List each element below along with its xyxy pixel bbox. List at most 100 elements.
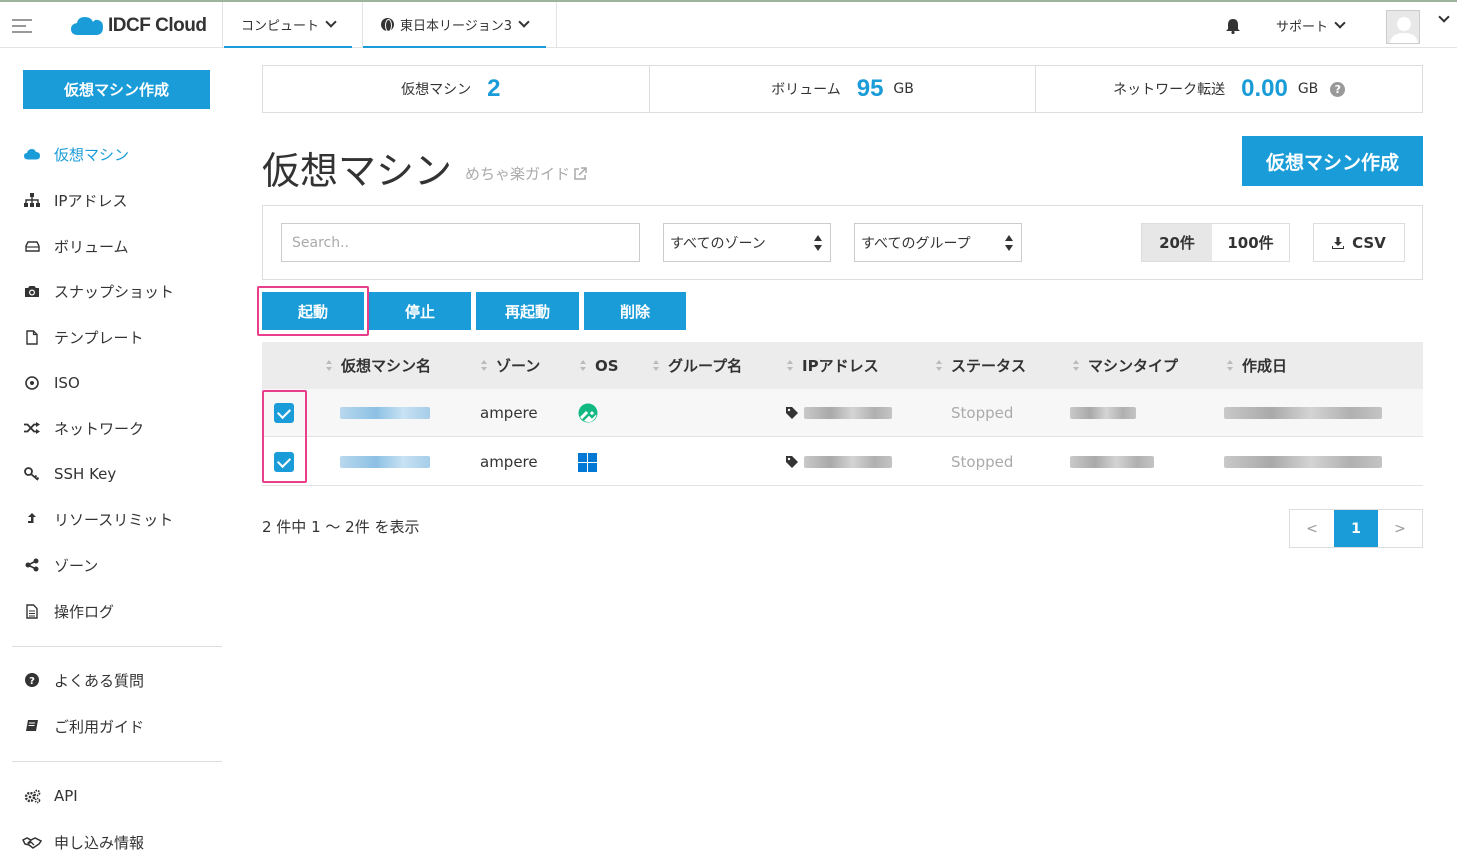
sidebar-item-guide[interactable]: ご利用ガイド [22, 714, 144, 738]
disc-icon [22, 376, 42, 390]
sidebar-item-template[interactable]: テンプレート [22, 325, 144, 349]
status-cell: Stopped [951, 453, 1014, 471]
sidebar-item-network[interactable]: ネットワーク [22, 416, 144, 440]
sidebar-item-vm[interactable]: 仮想マシン [22, 142, 129, 166]
sidebar-item-label: IPアドレス [54, 191, 128, 210]
handshake-icon [22, 836, 42, 849]
sidebar-item-label: ご利用ガイド [54, 717, 145, 736]
col-os[interactable]: OS [580, 342, 619, 389]
zone-cell: ampere [480, 404, 538, 422]
redacted-ip [804, 456, 892, 468]
sidebar-item-sshkey[interactable]: SSH Key [22, 462, 116, 486]
col-created[interactable]: 作成日 [1227, 342, 1287, 389]
search-input[interactable] [281, 223, 640, 262]
table-row[interactable]: ampere Stopped [262, 389, 1423, 437]
sort-icon [653, 360, 660, 371]
delete-button[interactable]: 削除 [584, 292, 686, 330]
guide-link[interactable]: めちゃ楽ガイド [465, 163, 587, 184]
sort-icon [580, 360, 587, 371]
csv-download-button[interactable]: CSV [1313, 223, 1405, 262]
col-group[interactable]: グループ名 [653, 342, 742, 389]
bell-icon[interactable] [1226, 18, 1240, 34]
nav-compute[interactable]: コンピュート [224, 2, 353, 48]
rocky-linux-icon [578, 403, 598, 423]
sidebar-item-label: ゾーン [54, 556, 99, 575]
status-cell: Stopped [951, 404, 1014, 422]
sidebar-divider [12, 646, 222, 647]
menu-icon[interactable] [12, 19, 32, 33]
logo[interactable]: IDCF Cloud [70, 12, 207, 40]
random-icon [22, 422, 42, 434]
support-label: サポート [1276, 19, 1329, 35]
chevron-down-icon [518, 15, 530, 28]
sidebar-item-label: スナップショット [54, 282, 175, 301]
col-status[interactable]: ステータス [936, 342, 1026, 389]
page-size-100[interactable]: 100件 [1212, 224, 1289, 261]
redacted-vm-name [340, 407, 430, 419]
sidebar-create-vm-button[interactable]: 仮想マシン作成 [23, 70, 210, 109]
sort-icon [787, 360, 794, 371]
stat-network-label: ネットワーク転送 [1113, 82, 1226, 98]
stat-volume-value: 95 [856, 75, 884, 102]
sidebar-item-oplog[interactable]: 操作ログ [22, 599, 114, 623]
col-label: ゾーン [496, 357, 541, 375]
help-icon[interactable]: ? [1330, 81, 1346, 97]
nav-region[interactable]: 東日本リージョン3 [363, 2, 547, 48]
sidebar-item-faq[interactable]: ? よくある質問 [22, 668, 144, 692]
sidebar-item-label: 操作ログ [54, 602, 115, 621]
highlight-box [262, 390, 307, 483]
tag-icon [786, 456, 798, 468]
sidebar-item-subscription[interactable]: 申し込み情報 [22, 830, 144, 854]
external-link-icon [574, 166, 587, 180]
page-size-20[interactable]: 20件 [1142, 224, 1212, 261]
sidebar-item-label: テンプレート [54, 328, 144, 347]
vm-name-cell[interactable] [340, 438, 430, 486]
windows-icon [578, 452, 597, 472]
restart-button[interactable]: 再起動 [476, 292, 579, 330]
stop-button[interactable]: 停止 [369, 292, 471, 330]
group-select[interactable]: すべてのグループ [854, 223, 1022, 262]
sidebar-item-snapshot[interactable]: スナップショット [22, 279, 174, 303]
zone-select[interactable]: すべてのゾーン [663, 223, 831, 262]
page-1-button[interactable]: 1 [1334, 510, 1378, 547]
ip-cell [786, 389, 892, 437]
os-cell [578, 389, 598, 437]
page-size-toggle: 20件 100件 [1141, 223, 1290, 262]
start-button[interactable]: 起動 [262, 292, 364, 330]
sort-icon [1073, 360, 1080, 371]
chevron-down-icon[interactable] [1438, 11, 1450, 23]
vm-name-cell[interactable] [340, 389, 430, 437]
redacted-machine-type [1070, 456, 1154, 468]
redacted-vm-name [340, 456, 430, 468]
stat-vm-label: 仮想マシン [401, 82, 472, 98]
csv-label: CSV [1352, 233, 1386, 252]
avatar[interactable] [1386, 10, 1420, 44]
sidebar-item-api[interactable]: API [22, 784, 78, 808]
col-zone[interactable]: ゾーン [481, 342, 540, 389]
support-menu[interactable]: サポート [1276, 2, 1346, 48]
table-row[interactable]: ampere Stopped [262, 438, 1423, 486]
cogs-icon [22, 789, 42, 804]
next-page-button[interactable]: > [1378, 510, 1422, 547]
stat-network: ネットワーク転送 0.00 GB ? [1036, 66, 1422, 112]
sidebar-item-zone[interactable]: ゾーン [22, 553, 98, 577]
sidebar-item-volume[interactable]: ボリューム [22, 234, 129, 258]
chevron-down-icon [325, 15, 337, 28]
col-label: 仮想マシン名 [341, 357, 432, 375]
sidebar-item-ip[interactable]: IPアドレス [22, 188, 127, 212]
redacted-created-date [1224, 456, 1382, 468]
top-bar: IDCF Cloud コンピュート 東日本リージョン3 サポート [0, 0, 1457, 48]
prev-page-button[interactable]: < [1290, 510, 1334, 547]
sidebar-item-resource-limit[interactable]: リソースリミット [22, 507, 173, 531]
os-cell [578, 438, 597, 486]
select-arrows-icon [1005, 235, 1013, 251]
sidebar-item-iso[interactable]: ISO [22, 371, 80, 395]
col-ip[interactable]: IPアドレス [787, 342, 879, 389]
create-vm-button[interactable]: 仮想マシン作成 [1242, 136, 1423, 186]
upload-icon [22, 512, 42, 526]
col-vm-name[interactable]: 仮想マシン名 [326, 342, 431, 389]
sidebar-item-label: ボリューム [54, 237, 129, 256]
col-machine-type[interactable]: マシンタイプ [1073, 342, 1178, 389]
sidebar-item-label: API [54, 787, 78, 805]
sidebar-item-label: よくある質問 [54, 671, 145, 690]
